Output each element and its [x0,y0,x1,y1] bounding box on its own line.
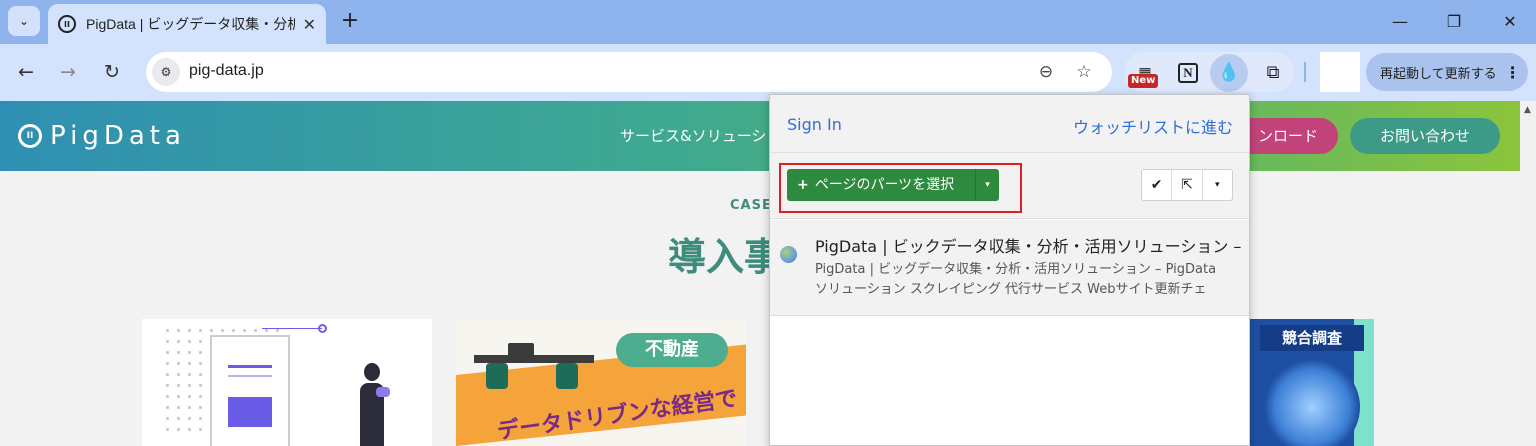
forward-button[interactable]: → [54,58,82,86]
browser-toolbar: ← → ↻ ⚙ pig-data.jp ⊖ ☆ ▦ New N 💧 ⧉ 再起動し… [0,44,1536,101]
case-card-3[interactable]: 競合調査 [1250,319,1374,446]
case-card-2[interactable]: 不動産 データドリブンな経営で [456,319,746,446]
document-illustration [210,335,290,446]
minimize-button[interactable]: — [1380,8,1420,36]
person-illustration [356,363,390,446]
check-icon[interactable]: ✔ [1142,170,1173,200]
extension-new-button[interactable]: ▦ New [1128,58,1160,88]
water-drop-extension-icon[interactable]: 💧 [1210,54,1248,92]
site-header: II PigData サービス&ソリューシ ンロード お問い合わせ [0,101,1520,171]
popup-header: Sign In ウォッチリストに進む [770,95,1249,153]
monitor-illustration [508,343,534,361]
select-parts-label: ページのパーツを選択 [814,177,955,193]
scroll-up-icon[interactable]: ▲ [1524,105,1531,115]
competitive-research-badge: 競合調査 [1260,325,1364,351]
notion-extension-icon[interactable]: N [1178,63,1198,83]
popup-tool-group: ✔ ⇱ ▾ [1141,169,1233,201]
restart-label: 再起動して更新する [1380,66,1497,82]
logo-text: PigData [50,121,186,151]
chevron-down-icon: ⌄ [18,14,30,28]
plus-icon: + [797,177,809,193]
logo-mark-icon: II [18,124,42,148]
popup-actions: + ページのパーツを選択 ▾ ✔ ⇱ ▾ [770,153,1249,219]
close-tab-icon[interactable]: ✕ [303,15,316,34]
globe-icon [780,246,797,263]
chair-illustration [486,363,508,389]
site-logo[interactable]: II PigData [18,121,186,151]
url-text[interactable]: pig-data.jp [189,62,264,80]
tools-dropdown-icon[interactable]: ▾ [1203,170,1232,200]
nav-services-link[interactable]: サービス&ソリューシ [620,125,766,146]
connector-line [262,328,322,329]
page-entry-desc-line2: ソリューション スクレイピング 代行サービス Webサイト更新チェ [815,282,1207,297]
restart-to-update-button[interactable]: 再起動して更新する ⋮ [1366,53,1528,91]
pigdata-favicon-icon: II [58,15,76,33]
external-link-icon[interactable]: ⇱ [1172,170,1203,200]
desk-illustration [474,355,594,363]
page-entry-desc-line1: PigData | ビッグデータ収集・分析・活用ソリューション – PigDat… [815,262,1217,277]
tab-search-button[interactable]: ⌄ [8,6,40,36]
active-tab[interactable]: II PigData | ビッグデータ収集・分析・活用 ✕ [48,4,326,44]
tab-strip: ⌄ II PigData | ビッグデータ収集・分析・活用 ✕ + — ❐ ✕ [0,0,1536,44]
tab-title: PigData | ビッグデータ収集・分析・活用 [86,16,295,32]
page-entry-title: PigData | ビックデータ収集・分析・活用ソリューション – [815,237,1242,256]
new-badge: New [1128,74,1159,88]
close-window-button[interactable]: ✕ [1490,8,1530,36]
select-parts-dropdown-icon[interactable]: ▾ [975,169,999,201]
network-graphic [1264,359,1360,446]
contact-button[interactable]: お問い合わせ [1350,118,1500,154]
page-scrollbar[interactable]: ▲ [1520,101,1536,446]
case-card-1[interactable] [142,319,432,446]
zoom-icon[interactable]: ⊖ [1034,60,1058,84]
site-info-icon[interactable]: ⚙ [152,58,180,86]
select-page-parts-button[interactable]: + ページのパーツを選択 ▾ [787,169,999,201]
bookmark-star-icon[interactable]: ☆ [1072,60,1096,84]
address-bar[interactable]: ⚙ pig-data.jp ⊖ ☆ [146,52,1112,92]
restore-button[interactable]: ❐ [1434,8,1474,36]
sign-in-link[interactable]: Sign In [787,115,842,134]
extension-popup: Sign In ウォッチリストに進む + ページのパーツを選択 ▾ ✔ ⇱ ▾ P… [769,94,1250,446]
toolbar-divider [1304,62,1306,82]
real-estate-badge: 不動産 [616,333,728,367]
back-button[interactable]: ← [12,58,40,86]
kebab-menu-icon: ⋮ [1504,62,1521,82]
select-parts-main[interactable]: + ページのパーツを選択 [787,169,975,201]
new-tab-button[interactable]: + [336,7,364,35]
page-entry-description: PigData | ビッグデータ収集・分析・活用ソリューション – PigDat… [815,260,1216,300]
case-section-label: CASE [730,198,772,213]
puzzle-extensions-icon[interactable]: ⧉ [1258,58,1288,88]
page-entry[interactable]: PigData | ビックデータ収集・分析・活用ソリューション – PigDat… [770,220,1249,316]
watchlist-link[interactable]: ウォッチリストに進む [1073,114,1233,138]
reload-button[interactable]: ↻ [98,58,126,86]
extensions-area: ▦ New N 💧 ⧉ [1124,52,1294,92]
chair-illustration [556,363,578,389]
connector-node [318,324,327,333]
case-section-title: 導入事 [668,235,783,279]
profile-avatar[interactable] [1320,52,1360,92]
